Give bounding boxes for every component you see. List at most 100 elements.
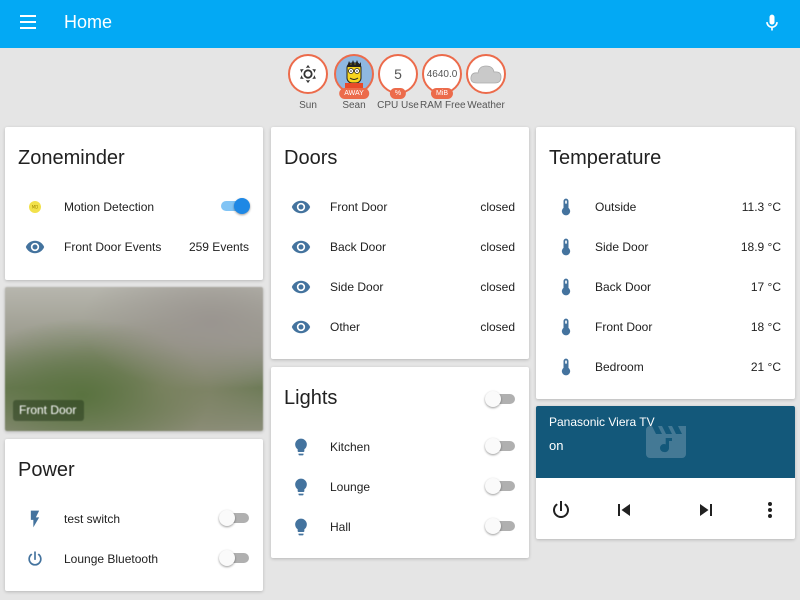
svg-text:MD: MD — [32, 205, 39, 210]
eye-icon — [291, 280, 311, 294]
row-label: Back Door — [595, 280, 652, 294]
lightbulb-icon — [295, 478, 307, 496]
row-value: closed — [480, 200, 515, 214]
lounge-toggle[interactable] — [485, 478, 515, 494]
row-value: 259 Events — [188, 240, 249, 254]
list-item[interactable]: Other closed — [271, 307, 529, 347]
row-value: 11.3 °C — [741, 200, 781, 214]
lights-card: Lights Kitchen Lounge Hall — [271, 367, 529, 558]
motion-icon: MD — [29, 201, 41, 213]
lights-group-toggle[interactable] — [485, 391, 515, 407]
thermometer-icon — [561, 198, 571, 216]
row-label: Outside — [595, 200, 637, 214]
badge-value: 5 — [394, 66, 402, 82]
card-title: Power — [18, 459, 75, 481]
lounge-bluetooth-toggle[interactable] — [219, 550, 249, 566]
row-label: Other — [330, 320, 361, 334]
card-title: Doors — [284, 147, 338, 169]
badge-ram[interactable]: 4640.0 MiB RAM Free — [420, 54, 466, 111]
temperature-card: Temperature Outside 11.3 °C Side Door 18… — [536, 127, 795, 399]
list-item[interactable]: Kitchen — [271, 427, 529, 467]
list-item[interactable]: test switch — [5, 499, 263, 539]
badge-cpu[interactable]: 5 % CPU Use — [376, 54, 420, 111]
camera-feed[interactable]: Front Door — [5, 287, 263, 431]
thermometer-icon — [561, 358, 571, 376]
row-label: Front Door — [330, 200, 388, 214]
list-item[interactable]: Outside 11.3 °C — [536, 187, 795, 227]
avatar — [345, 60, 363, 91]
row-label: test switch — [64, 512, 121, 526]
kitchen-toggle[interactable] — [485, 438, 515, 454]
row-value: closed — [480, 320, 515, 334]
camera-caption: Front Door — [13, 400, 85, 421]
eye-icon — [25, 240, 45, 254]
power-icon — [28, 551, 42, 566]
list-item[interactable]: Back Door 17 °C — [536, 267, 795, 307]
list-item[interactable]: Front Door closed — [271, 187, 529, 227]
list-item[interactable]: Front Door 18 °C — [536, 307, 795, 347]
badge-label: CPU Use — [377, 100, 419, 111]
sun-icon — [300, 64, 316, 84]
skip-previous-icon[interactable] — [612, 498, 636, 522]
badge-weather[interactable]: Weather — [464, 54, 508, 111]
row-label: Front Door Events — [64, 240, 162, 254]
lightbulb-icon — [295, 518, 307, 536]
card-title: Temperature — [549, 147, 662, 169]
app-header: Home — [0, 0, 800, 48]
row-label: Lounge Bluetooth — [64, 552, 159, 566]
badge-label: Sun — [299, 100, 317, 111]
media-player-header[interactable]: Panasonic Viera TV on — [536, 406, 795, 478]
motion-detection-toggle[interactable] — [219, 198, 250, 214]
list-item[interactable]: Bedroom 21 °C — [536, 347, 795, 387]
row-value: 21 °C — [750, 360, 781, 374]
badge-unit: AWAY — [339, 88, 369, 99]
row-label: Bedroom — [595, 360, 644, 374]
row-value: closed — [480, 280, 515, 294]
test-switch-toggle[interactable] — [219, 510, 249, 526]
list-item[interactable]: MD Motion Detection — [5, 187, 263, 227]
doors-card: Doors Front Door closed Back Door closed… — [271, 127, 529, 359]
cloud-icon — [470, 65, 502, 84]
eye-icon — [291, 240, 311, 254]
page-title: Home — [64, 12, 113, 32]
power-card: Power test switch Lounge Bluetooth — [5, 439, 263, 591]
list-item[interactable]: Back Door closed — [271, 227, 529, 267]
row-value: 18.9 °C — [740, 240, 781, 254]
list-item[interactable]: Hall — [271, 507, 529, 547]
hall-toggle[interactable] — [485, 518, 515, 534]
eye-icon — [291, 200, 311, 214]
lightbulb-icon — [295, 438, 307, 456]
row-value: closed — [480, 240, 515, 254]
row-label: Side Door — [595, 240, 649, 254]
thermometer-icon — [561, 278, 571, 296]
list-item[interactable]: Side Door 18.9 °C — [536, 227, 795, 267]
power-icon[interactable] — [549, 498, 573, 522]
row-value: 18 °C — [750, 320, 781, 334]
list-item[interactable]: Lounge — [271, 467, 529, 507]
badge-label: RAM Free — [420, 100, 466, 111]
zoneminder-card: Zoneminder MD Motion Detection Front Doo… — [5, 127, 263, 280]
card-title: Zoneminder — [18, 147, 125, 169]
eye-icon — [291, 320, 311, 334]
thermometer-icon — [561, 238, 571, 256]
badge-label: Sean — [342, 100, 366, 111]
list-item[interactable]: Front Door Events 259 Events — [5, 227, 263, 267]
row-value: 17 °C — [750, 280, 781, 294]
badge-value: 4640.0 — [426, 68, 458, 80]
list-item[interactable]: Lounge Bluetooth — [5, 539, 263, 579]
skip-next-icon[interactable] — [694, 498, 718, 522]
flash-icon — [30, 510, 40, 528]
badge-unit: MiB — [430, 88, 454, 99]
badge-person[interactable]: AWAY Sean — [332, 54, 376, 111]
microphone-icon[interactable] — [762, 12, 782, 34]
row-label: Motion Detection — [64, 200, 155, 214]
menu-icon[interactable] — [20, 15, 36, 29]
badge-label: Weather — [467, 100, 505, 111]
row-label: Kitchen — [330, 440, 371, 454]
badge-sun[interactable]: Sun — [286, 54, 330, 111]
more-vert-icon[interactable] — [758, 498, 782, 522]
media-player-name: Panasonic Viera TV — [549, 415, 655, 429]
media-player-card: Panasonic Viera TV on — [536, 406, 795, 539]
list-item[interactable]: Side Door closed — [271, 267, 529, 307]
row-label: Hall — [330, 520, 351, 534]
